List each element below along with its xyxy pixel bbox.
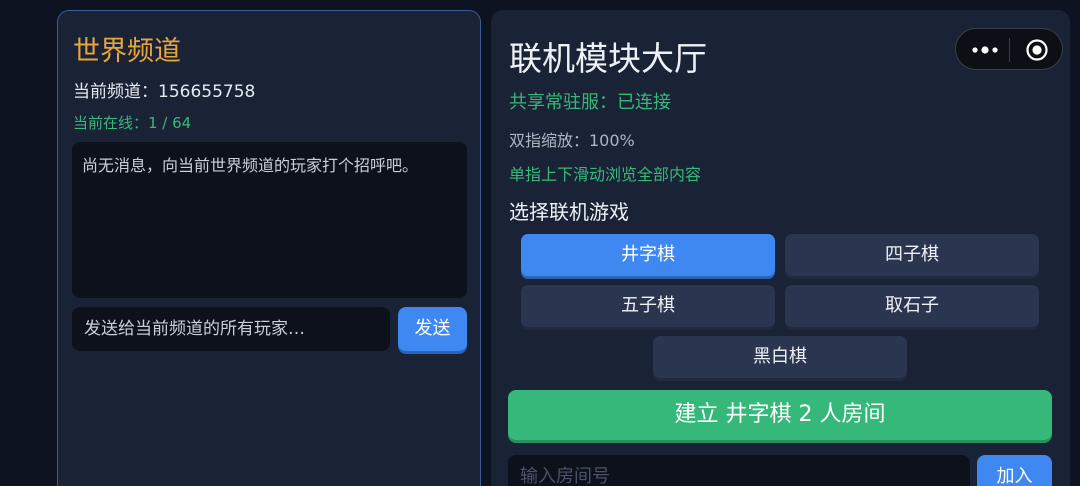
capsule-divider — [1009, 38, 1010, 62]
app-root: 世界频道 当前频道：156655758 当前在线：1 / 64 尚无消息，向当前… — [0, 0, 1080, 486]
current-channel-label: 当前频道：156655758 — [73, 82, 256, 102]
target-close-icon[interactable] — [1025, 38, 1049, 62]
lobby-title: 联机模块大厅 — [509, 39, 707, 78]
lobby-panel: 联机模块大厅 共享常驻服：已连接 双指缩放：100% 单指上下滑动浏览全部内容 … — [491, 10, 1070, 486]
empty-message-text: 尚无消息，向当前世界频道的玩家打个招呼吧。 — [82, 156, 419, 175]
message-list[interactable]: 尚无消息，向当前世界频道的玩家打个招呼吧。 — [72, 142, 467, 298]
world-channel-title: 世界频道 — [73, 36, 181, 67]
create-room-button[interactable]: 建立 井字棋 2 人房间 — [508, 390, 1052, 440]
game-option-nim[interactable]: 取石子 — [785, 285, 1039, 327]
more-dots-icon[interactable] — [970, 40, 1000, 60]
online-count-label: 当前在线：1 / 64 — [73, 114, 192, 132]
select-game-heading: 选择联机游戏 — [509, 200, 629, 224]
game-option-reversi[interactable]: 黑白棋 — [653, 336, 907, 378]
join-room-button[interactable]: 加入 — [977, 455, 1052, 486]
chat-input[interactable]: 发送给当前频道的所有玩家… — [72, 307, 390, 351]
game-option-tictactoe[interactable]: 井字棋 — [521, 234, 775, 276]
scroll-hint: 单指上下滑动浏览全部内容 — [509, 165, 702, 184]
world-channel-panel: 世界频道 当前频道：156655758 当前在线：1 / 64 尚无消息，向当前… — [57, 10, 481, 486]
room-number-placeholder: 输入房间号 — [520, 466, 610, 486]
game-option-gomoku[interactable]: 五子棋 — [521, 285, 775, 327]
send-button[interactable]: 发送 — [398, 307, 467, 351]
game-option-connect-four[interactable]: 四子棋 — [785, 234, 1039, 276]
chat-input-placeholder: 发送给当前频道的所有玩家… — [84, 319, 305, 339]
zoom-level-label: 双指缩放：100% — [509, 131, 635, 150]
miniprogram-capsule — [955, 28, 1063, 70]
room-number-input[interactable]: 输入房间号 — [508, 455, 970, 486]
server-status: 共享常驻服：已连接 — [509, 92, 671, 113]
